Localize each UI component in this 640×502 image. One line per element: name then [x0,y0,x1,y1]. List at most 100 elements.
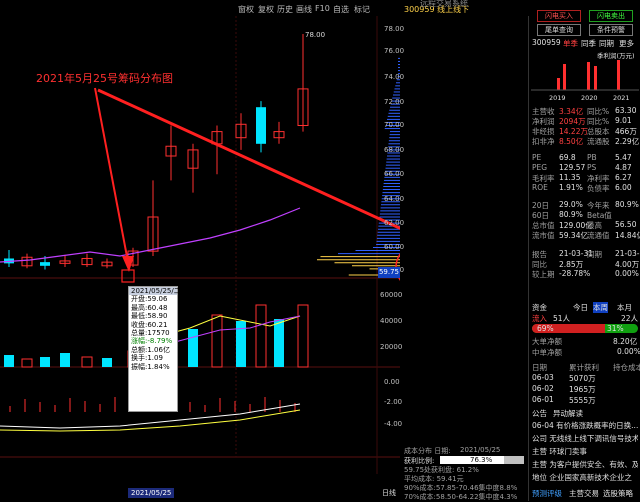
toolbar-item-7[interactable]: 标记 [354,4,370,15]
candle-body [256,107,266,144]
news-item[interactable]: 地位 企业国家高新技术企业之 [532,472,638,483]
mid-order-value: 0.00% [617,347,640,356]
tooltip-row: 振幅:1.84% [131,362,170,371]
price-label: 78.00 [384,25,405,33]
toolbar-item-1[interactable]: 窗权 [238,4,254,15]
price-label: 62.00 [384,219,405,227]
fund-inflow-label: 流入 [532,314,547,323]
dist-date: 2021/05/25 [460,446,501,454]
val-cell: 5.47 [615,153,632,162]
val-cell: PE [532,153,542,162]
val-cell: 负债率 [587,184,610,193]
val-cell: 1.91% [559,183,583,192]
bottom-tab-0[interactable]: 预测评级 [532,488,562,499]
big-order-value: 8.20亿 [613,337,638,346]
news-item[interactable]: 公司 无线线上线下调讯信号技术... [532,433,638,444]
period-mode[interactable]: 日线 [382,488,396,498]
report-cell: 0.00% [615,269,639,278]
toolbar-item-5[interactable]: F10 [315,4,330,13]
stat-cell: 80.9% [615,200,639,209]
fin-cell: 扣非净 [532,137,555,146]
profit-bar [587,62,590,90]
price-label: 66.00 [384,170,405,178]
report-cell: 较上期 [532,270,555,279]
table-head-profit: 累计获利 [569,363,599,372]
annotation-text: 2021年5月25号筹码分布图 [36,72,173,85]
val-cell: 129.57 [559,163,586,172]
tooltip-row: 最低:58.90 [131,312,168,321]
tooltip-row: 收盘:60.21 [131,320,168,329]
toolbar-item-3[interactable]: 历史 [277,4,293,15]
val-cell: PS [587,163,597,172]
flash-buy-button[interactable]: 闪电买入 [537,10,581,22]
candle-tooltip: 2021/05/25/二 开盘:59.06 最高:60.48 最低:58.90 … [128,286,181,412]
current-price-tag: 59.75 [378,267,400,278]
fund-outflow-value: 22人 [621,314,639,323]
val-cell: 6.27 [615,173,632,182]
toolbar-item-6[interactable]: 自选 [333,4,349,15]
news-item[interactable]: 主营 环球门卖事 [532,446,638,457]
table-head-cost: 持仓成本 [613,363,640,372]
volume-bar [21,358,33,368]
profit-bar [563,64,566,90]
price-label: 72.00 [384,98,405,106]
volume-bar [255,304,267,368]
table-cell: 5555万 [569,396,596,405]
flash-sell-button[interactable]: 闪电卖出 [589,10,633,22]
table-cell: 06-02 [532,384,554,393]
val-cell: 4.87 [615,163,632,172]
high-price-marker: 78.00 [305,31,326,39]
crosshair-date: 2021/05/25 [128,488,175,498]
news-item[interactable]: 主营 为客户提供安全、有效、及... [532,459,638,470]
mid-order-label: 中单净额 [532,348,562,357]
volume-bar [188,329,198,367]
news-item[interactable]: 06-04 有价格涨跌概率的日换... [532,420,638,431]
val-cell: 6.00 [615,183,632,192]
fund-tab-2[interactable]: 本周 [593,302,608,313]
volume-bar [40,357,50,367]
val-cell: 11.35 [559,173,581,182]
profit-bar [594,66,597,90]
fund-tab-1[interactable]: 今日 [573,302,588,313]
arrow-line-2 [97,88,400,230]
window-title: 远程交易系统 [420,0,468,8]
year-label: 2020 [581,94,598,102]
news-tab-1[interactable]: 异动解读 [553,408,583,419]
fund-tab-0[interactable]: 资金 [532,302,547,313]
macd-label: -4.00 [384,420,403,428]
price-label: 76.00 [384,47,405,55]
val-cell: PEG [532,163,548,172]
stat-cell: 59.34亿 [559,231,588,240]
report-cell: 21-03-21 [615,249,640,258]
fin-cell: 63.30 [615,106,637,115]
table-cell: 06-03 [532,373,554,382]
fund-ratio-in: 69% [537,324,554,333]
table-head-date: 日期 [532,363,547,372]
stat-cell: 流市值 [532,231,555,240]
tooltip-row: 开盘:59.06 [131,295,168,304]
fin-cell: 流通股 [587,137,610,146]
volume-bar [102,358,112,367]
condition-alert-button[interactable]: 条件预警 [589,24,633,36]
price-label: 68.00 [384,146,405,154]
price-label: 64.00 [384,195,405,203]
toolbar-item-4[interactable]: 画线 [296,4,312,15]
volume-label: 40000 [380,317,403,325]
price-label: 60.00 [384,243,405,251]
bottom-tab-2[interactable]: 选股策略 [603,488,633,499]
stat-cell: 14.84亿 [615,231,640,240]
big-order-label: 大单净额 [532,337,562,346]
volume-bar [60,353,70,367]
table-cell: 1965万 [569,385,596,394]
price-label: 74.00 [384,73,405,81]
order-query-button[interactable]: 尾单查询 [537,24,581,36]
fund-tab-3[interactable]: 本月 [617,302,632,313]
toolbar-item-2[interactable]: 复权 [258,4,274,15]
volume-label: 20000 [380,343,403,351]
bottom-tab-1[interactable]: 主营交易 [569,488,599,499]
val-cell: PB [587,153,597,162]
volume-bar [274,319,284,367]
stat-cell: 流通值 [587,231,610,240]
news-tab-0[interactable]: 公告 [532,408,547,419]
volume-bar [297,304,309,368]
